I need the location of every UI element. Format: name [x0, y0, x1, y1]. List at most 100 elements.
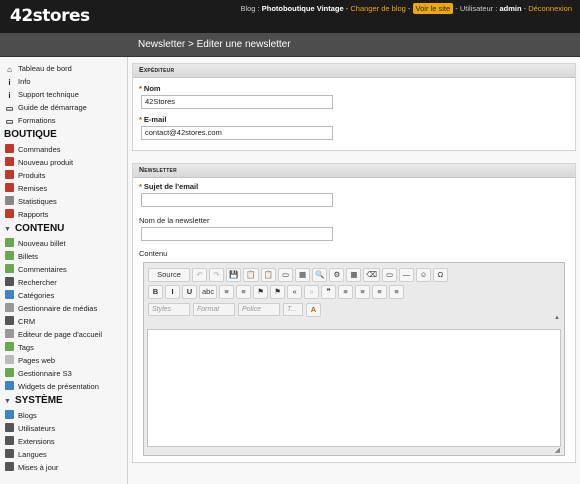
size-dropdown[interactable]: T... — [283, 303, 303, 316]
sidebar-item-label: Catégories — [18, 291, 55, 300]
toolbar-button-icon[interactable]: ⚑ — [270, 285, 286, 299]
menu-item-icon — [5, 342, 14, 351]
sidebar-item[interactable]: Nouveau produit — [0, 156, 127, 169]
sidebar-item[interactable]: Rechercher — [0, 276, 127, 289]
sidebar-item[interactable]: Utilisateurs — [0, 422, 127, 435]
name-field[interactable]: 42Stores — [141, 95, 333, 109]
toolbar-button-icon[interactable]: abc — [199, 285, 218, 299]
sidebar-item-label: Tableau de bord — [18, 64, 72, 73]
resize-handle-icon[interactable]: ◢ — [555, 446, 560, 454]
toolbar-button-icon[interactable]: B — [148, 285, 163, 299]
separator: - — [407, 4, 411, 13]
subject-field[interactable] — [141, 193, 333, 207]
sidebar-item[interactable]: Extensions — [0, 435, 127, 448]
menu-item-icon — [5, 264, 14, 273]
sidebar-item[interactable]: Pages web — [0, 354, 127, 367]
sidebar-item[interactable]: Commentaires — [0, 263, 127, 276]
sidebar-item[interactable]: i Info — [0, 75, 127, 88]
toolbar-button-icon[interactable]: ▭ — [278, 268, 294, 282]
sidebar-item-label: Gestionnaire S3 — [18, 369, 72, 378]
menu-item-icon — [5, 251, 14, 260]
menu-item-icon — [5, 381, 14, 390]
newsletter-name-field[interactable] — [141, 227, 333, 241]
toolbar-button-icon[interactable]: Ω — [432, 268, 448, 282]
toolbar-button-icon[interactable]: — — [398, 268, 414, 282]
logout-link[interactable]: Déconnexion — [528, 4, 572, 13]
name-label: * Nom — [139, 84, 161, 93]
toolbar-button-icon[interactable]: ▦ — [346, 268, 362, 282]
toolbar-button-icon[interactable]: ⚙ — [329, 268, 345, 282]
toolbar-button-icon[interactable]: 🔍 — [312, 268, 328, 282]
toolbar-button-icon[interactable]: ↷ — [209, 268, 224, 282]
toolbar-button-icon[interactable]: ▭ — [381, 268, 397, 282]
toolbar-button-icon[interactable]: 📋 — [243, 268, 259, 282]
toolbar-button-icon[interactable]: I — [165, 285, 180, 299]
logo[interactable]: 42stores — [10, 6, 90, 26]
toolbar-button-icon[interactable]: ⚑ — [253, 285, 269, 299]
toolbar-button-icon[interactable]: ≡ — [236, 285, 252, 299]
sidebar-item[interactable]: CRM — [0, 315, 127, 328]
sidebar-item[interactable]: Produits — [0, 169, 127, 182]
toolbar-button-icon[interactable]: ☺ — [415, 268, 431, 282]
email-field[interactable]: contact@42stores.com — [141, 126, 333, 140]
sidebar-item[interactable]: ▭ Formations — [0, 114, 127, 127]
collapse-toolbar-icon[interactable]: ▲ — [554, 315, 560, 321]
change-blog-link[interactable]: Changer de blog — [350, 4, 405, 13]
sidebar-item[interactable]: Commandes — [0, 143, 127, 156]
book-icon: ▭ — [5, 117, 14, 126]
sidebar-item[interactable]: Statistiques — [0, 195, 127, 208]
toolbar-button-icon[interactable]: ≡ — [389, 285, 405, 299]
menu-item-icon — [5, 277, 14, 286]
toolbar-button-icon[interactable]: ▦ — [295, 268, 311, 282]
toolbar-button-icon[interactable]: ⌫ — [363, 268, 380, 282]
toolbar-button-icon[interactable]: ≡ — [372, 285, 388, 299]
sidebar-item[interactable]: Widgets de présentation — [0, 380, 127, 393]
sidebar-item[interactable]: Mises à jour — [0, 461, 127, 474]
sidebar-item-label: Support technique — [18, 90, 79, 99]
sidebar-item-label: Info — [18, 77, 31, 86]
menu-item-icon — [5, 410, 14, 419]
toolbar-button-icon[interactable]: ≡ — [219, 285, 235, 299]
sidebar-item[interactable]: Gestionnaire de médias — [0, 302, 127, 315]
source-button[interactable]: Source — [148, 268, 190, 282]
separator: - — [345, 4, 349, 13]
sidebar-section-title[interactable]: ▼ SYSTÈME — [0, 393, 127, 409]
sidebar-item[interactable]: Remises — [0, 182, 127, 195]
sidebar-item[interactable]: Rapports — [0, 208, 127, 221]
sidebar-item[interactable]: ⌂ Tableau de bord — [0, 62, 127, 75]
toolbar-button-icon[interactable]: 💾 — [226, 268, 242, 282]
toolbar-button-icon[interactable]: ≡ — [355, 285, 371, 299]
collapse-icon: ▼ — [4, 226, 11, 233]
sidebar-item[interactable]: Editeur de page d'accueil — [0, 328, 127, 341]
sidebar-item[interactable]: Billets — [0, 250, 127, 263]
styles-dropdown[interactable]: Styles — [148, 303, 190, 316]
toolbar-button-icon[interactable]: ↶ — [192, 268, 207, 282]
toolbar-button-icon[interactable]: » — [304, 285, 320, 299]
format-dropdown[interactable]: Format — [193, 303, 235, 316]
sidebar-item[interactable]: Catégories — [0, 289, 127, 302]
font-dropdown[interactable]: Police — [238, 303, 280, 316]
page-title: Newsletter > Editer une newsletter — [138, 39, 291, 50]
toolbar-button-icon[interactable]: U — [182, 285, 197, 299]
blog-name: Photoboutique Vintage — [261, 4, 344, 13]
sidebar-item[interactable]: Nouveau billet — [0, 237, 127, 250]
view-site-button[interactable]: Voir le site — [412, 3, 454, 14]
toolbar-button-icon[interactable]: « — [287, 285, 303, 299]
sidebar-item[interactable]: i Support technique — [0, 88, 127, 101]
sidebar-section-title[interactable]: ▼ CONTENU — [0, 221, 127, 237]
sidebar-item[interactable]: Gestionnaire S3 — [0, 367, 127, 380]
menu-item-icon — [5, 209, 14, 218]
toolbar-button-icon[interactable]: 📋 — [260, 268, 277, 282]
menu-item-icon — [5, 316, 14, 325]
text-color-button[interactable]: A — [306, 303, 321, 317]
sidebar-item[interactable]: ▭ Guide de démarrage — [0, 101, 127, 114]
sidebar-section-title[interactable]: BOUTIQUE — [0, 127, 127, 143]
sidebar-item[interactable]: Tags — [0, 341, 127, 354]
toolbar-button-icon[interactable]: ❞ — [321, 285, 337, 299]
sidebar-item[interactable]: Langues — [0, 448, 127, 461]
editor-content-area[interactable] — [147, 329, 561, 447]
toolbar-button-icon[interactable]: ≡ — [338, 285, 354, 299]
menu-item-icon — [5, 423, 14, 432]
sidebar-item[interactable]: Blogs — [0, 409, 127, 422]
email-label: * E-mail — [139, 115, 167, 124]
